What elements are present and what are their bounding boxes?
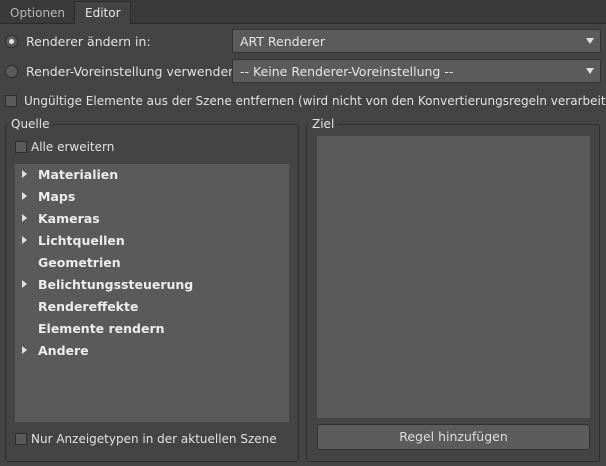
renderer-change-radio[interactable]: [5, 35, 18, 48]
renderer-dropdown-value: ART Renderer: [240, 34, 325, 49]
tree-item-label: Lichtquellen: [38, 233, 125, 248]
tab-optionen[interactable]: Optionen: [0, 2, 72, 24]
only-scene-types-label: Nur Anzeigetypen in der aktuellen Szene: [31, 432, 277, 446]
preset-dropdown[interactable]: -- Keine Renderer-Voreinstellung --: [232, 59, 601, 83]
triangle-right-icon[interactable]: [22, 346, 27, 354]
triangle-right-icon[interactable]: [22, 170, 27, 178]
remove-invalid-label: Ungültige Elemente aus der Szene entfern…: [24, 94, 606, 108]
tree-item-label: Andere: [38, 343, 89, 358]
only-scene-types-checkbox[interactable]: [15, 433, 27, 445]
renderer-dropdown[interactable]: ART Renderer: [232, 29, 601, 53]
tree-item-kameras[interactable]: Kameras: [15, 208, 289, 230]
renderer-preset-radio[interactable]: [5, 65, 18, 78]
tree-item-materialien[interactable]: Materialien: [15, 164, 289, 186]
tree-item-maps[interactable]: Maps: [15, 186, 289, 208]
tree-item-label: Materialien: [38, 167, 119, 182]
tree-item-label: Kameras: [38, 211, 100, 226]
tree-item-label: Geometrien: [38, 255, 121, 270]
triangle-right-icon[interactable]: [22, 280, 27, 288]
chevron-down-icon: [586, 38, 594, 44]
source-group-title: Quelle: [8, 117, 53, 131]
triangle-right-icon[interactable]: [22, 214, 27, 222]
triangle-right-icon[interactable]: [22, 236, 27, 244]
triangle-right-icon[interactable]: [22, 192, 27, 200]
renderer-change-label: Renderer ändern in:: [26, 34, 151, 49]
expand-all-checkbox[interactable]: [15, 141, 27, 153]
remove-invalid-checkbox[interactable]: [5, 95, 17, 107]
chevron-down-icon: [586, 68, 594, 74]
tree-item-label: Belichtungssteuerung: [38, 277, 194, 292]
tree-item-label: Maps: [38, 189, 76, 204]
tree-item-belichtungssteuerung[interactable]: Belichtungssteuerung: [15, 274, 289, 296]
tree-item-label: Elemente rendern: [38, 321, 165, 336]
target-group-title: Ziel: [309, 117, 338, 131]
tab-editor[interactable]: Editor: [74, 1, 131, 24]
tab-bar: Optionen Editor: [0, 0, 606, 24]
tree-item-elemente-rendern[interactable]: Elemente rendern: [15, 318, 289, 340]
preset-dropdown-value: -- Keine Renderer-Voreinstellung --: [240, 64, 454, 79]
tree-item-geometrien[interactable]: Geometrien: [15, 252, 289, 274]
expand-all-label: Alle erweitern: [31, 140, 115, 154]
tree-item-lichtquellen[interactable]: Lichtquellen: [15, 230, 289, 252]
tree-item-rendereffekte[interactable]: Rendereffekte: [15, 296, 289, 318]
target-list[interactable]: [317, 136, 590, 418]
add-rule-button[interactable]: Regel hinzufügen: [317, 424, 590, 450]
tree-item-andere[interactable]: Andere: [15, 340, 289, 362]
source-tree[interactable]: Materialien Maps Kameras Lichtquellen Ge…: [15, 164, 289, 422]
renderer-preset-label: Render-Voreinstellung verwenden:: [26, 64, 241, 79]
tree-item-label: Rendereffekte: [38, 299, 139, 314]
